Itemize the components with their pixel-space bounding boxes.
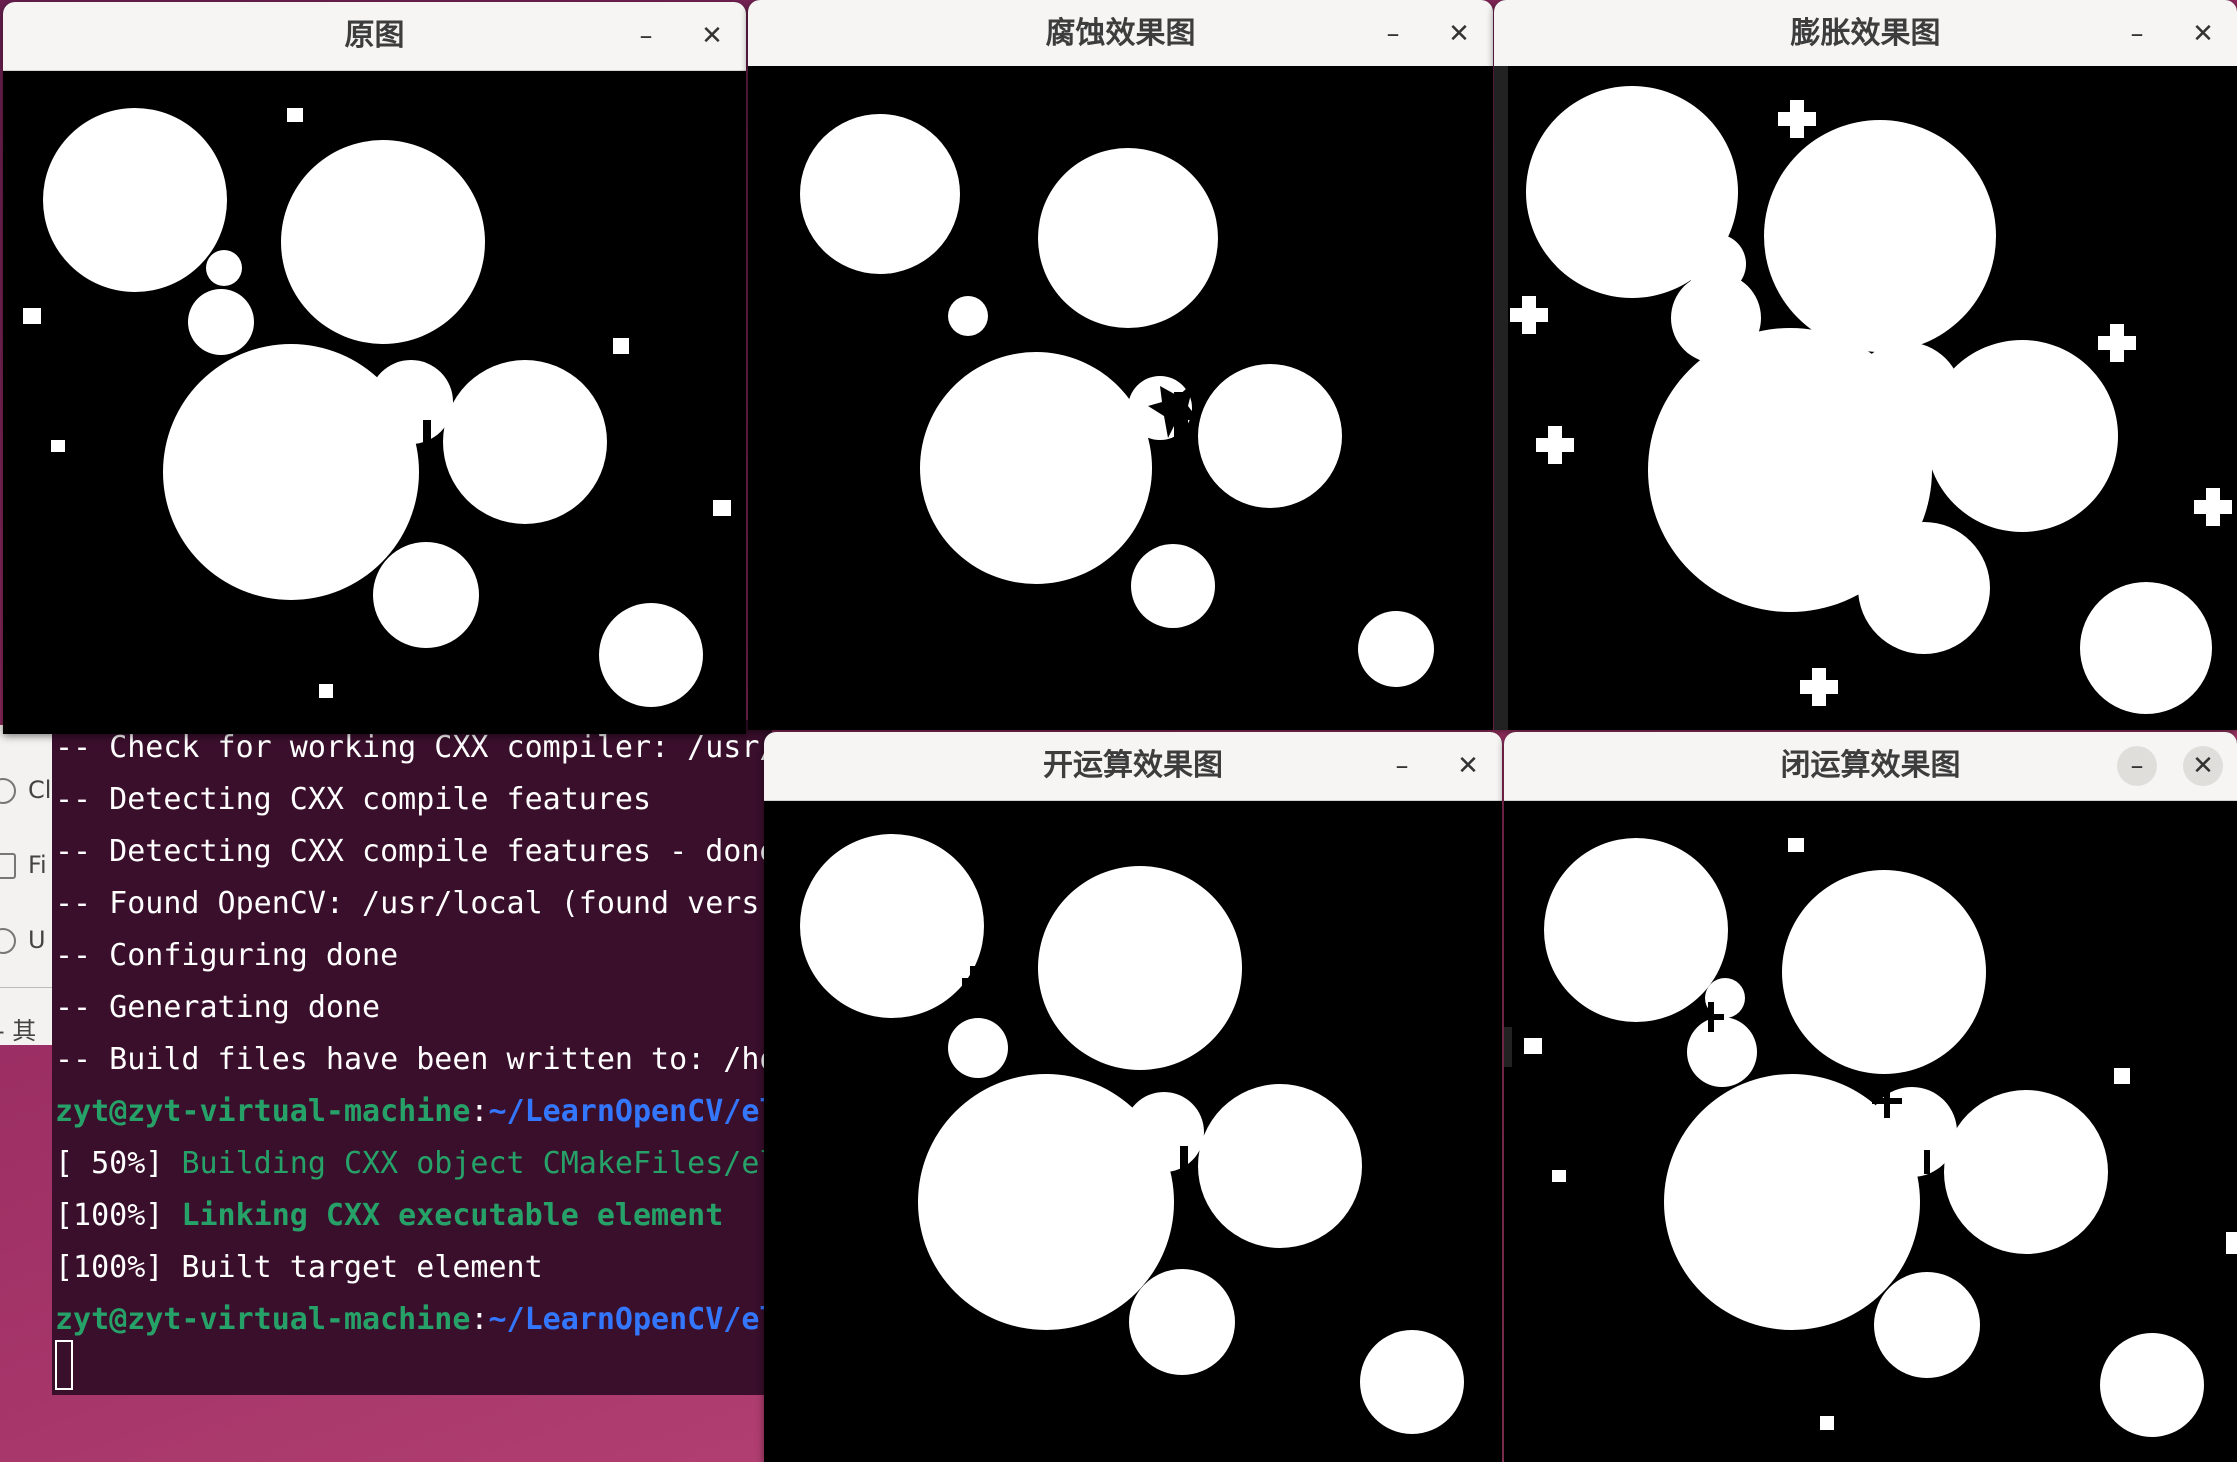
window-dilate[interactable]: 膨胀效果图 – ✕ [1494,0,2237,730]
sidebar-entry-label: - 其 [0,1017,37,1045]
binary-image [1504,802,2237,1462]
close-button[interactable]: ✕ [692,16,732,56]
image-canvas [1504,802,2237,1462]
prompt-path: ~/LearnOpenCV/el [488,1094,772,1129]
minimize-button[interactable]: – [1382,746,1422,786]
terminal-line: -- Generating done [55,990,381,1025]
titlebar[interactable]: 腐蚀效果图 – ✕ [748,0,1493,69]
titlebar[interactable]: 原图 – ✕ [3,2,746,71]
terminal-line: -- Detecting CXX compile features [55,782,652,817]
titlebar[interactable]: 膨胀效果图 – ✕ [1494,0,2237,69]
window-original[interactable]: 原图 – ✕ [3,2,746,734]
terminal-prompt: zyt@zyt-virtual-machine:~/LearnOpenCV/el [55,1094,772,1129]
minimize-button[interactable]: – [626,16,666,56]
terminal-line: -- Configuring done [55,938,399,973]
binary-image [3,72,746,734]
prompt-sep: : [470,1094,489,1129]
image-canvas [764,802,1502,1462]
clock-icon [0,778,16,804]
build-progress: [100%] [55,1198,182,1233]
build-step: Building CXX object CMakeFiles/el [181,1146,772,1181]
minimize-button[interactable]: – [1373,14,1413,54]
image-canvas [748,66,1493,730]
sidebar-entry-label: Fi [28,851,47,879]
build-progress: [ 50%] [55,1146,182,1181]
terminal-line: [ 50%] Building CXX object CMakeFiles/el [55,1146,772,1181]
user-icon [0,928,16,954]
window-open[interactable]: 开运算效果图 – ✕ [764,732,1502,1462]
close-button[interactable]: ✕ [2183,746,2223,786]
terminal-line: [100%] Built target element [55,1250,543,1285]
window-close[interactable]: 闭运算效果图 – ✕ [1504,732,2237,1462]
window-erode[interactable]: 腐蚀效果图 – ✕ [748,0,1493,730]
close-button[interactable]: ✕ [1439,14,1479,54]
terminal-line: -- Check for working CXX compiler: /usr/ [55,730,772,765]
titlebar[interactable]: 闭运算效果图 – ✕ [1504,732,2237,801]
terminal-line: -- Found OpenCV: /usr/local (found vers [55,886,760,921]
image-canvas [3,72,746,734]
terminal-cursor [55,1340,73,1390]
sidebar-entry-label: Cl [28,776,52,804]
terminal-prompt: zyt@zyt-virtual-machine:~/LearnOpenCV/el [55,1302,772,1337]
terminal-window[interactable]: -- Check for working CXX compiler: /usr/… [52,720,772,1395]
build-step: Linking CXX executable element [181,1198,724,1233]
prompt-user: zyt@zyt-virtual-machine [55,1094,471,1129]
image-canvas [1494,66,2237,730]
sidebar-entry-label: U [28,926,46,954]
minimize-button[interactable]: – [2117,14,2157,54]
binary-image [764,802,1502,1462]
file-icon [0,853,16,879]
close-button[interactable]: ✕ [2183,14,2223,54]
terminal-line: -- Detecting CXX compile features - done [55,834,772,869]
prompt-sep: : [470,1302,489,1337]
prompt-user: zyt@zyt-virtual-machine [55,1302,471,1337]
titlebar[interactable]: 开运算效果图 – ✕ [764,732,1502,801]
binary-image [1494,66,2237,730]
binary-image [748,66,1493,730]
minimize-button[interactable]: – [2117,746,2157,786]
terminal-line: -- Build files have been written to: /ho [55,1042,772,1077]
terminal-line: [100%] Linking CXX executable element [55,1198,723,1233]
close-button[interactable]: ✕ [1448,746,1488,786]
prompt-path: ~/LearnOpenCV/el [488,1302,772,1337]
